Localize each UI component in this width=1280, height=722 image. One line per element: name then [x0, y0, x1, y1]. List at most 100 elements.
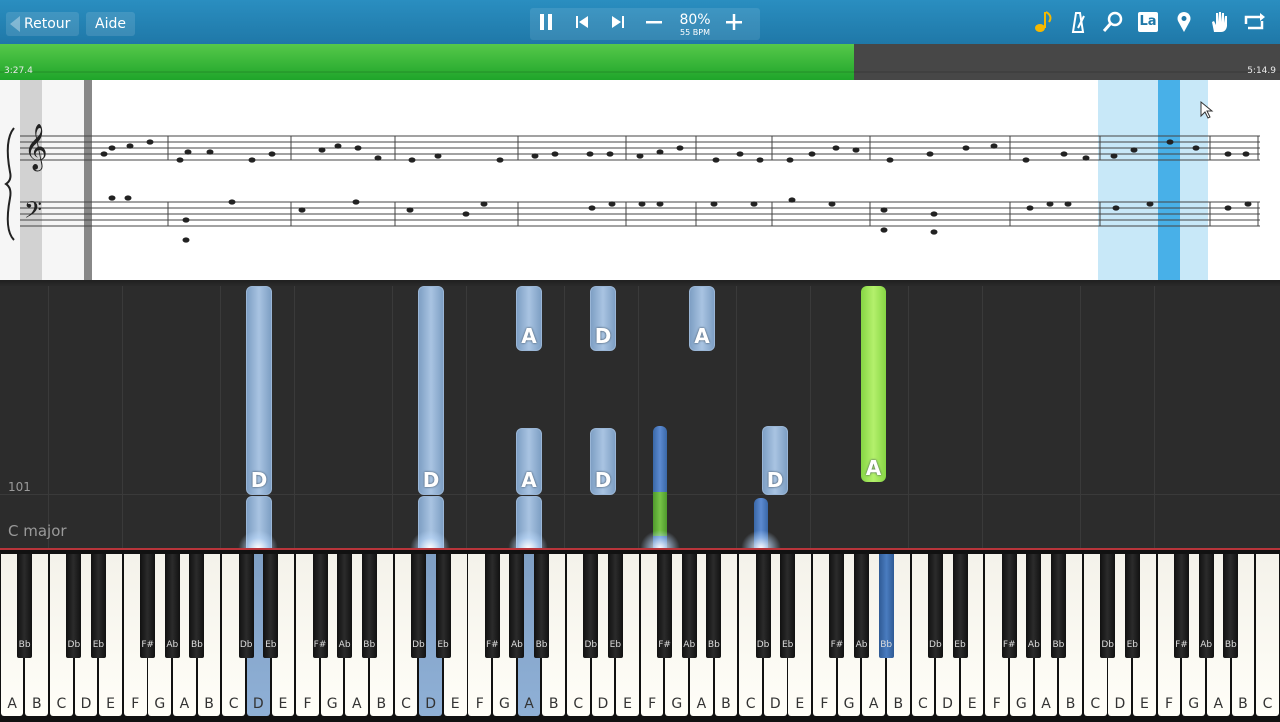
key-label: Ab [338, 640, 351, 650]
note-label: A [521, 468, 537, 492]
key-label: Db [412, 640, 425, 650]
black-key[interactable]: Eb [952, 554, 968, 658]
pause-icon[interactable] [532, 8, 560, 36]
measure-highlight [1098, 80, 1208, 280]
black-key[interactable]: Eb [263, 554, 279, 658]
music-note-icon[interactable] [1029, 8, 1057, 36]
note-label: D [422, 468, 440, 492]
black-key[interactable]: Bb [534, 554, 550, 658]
note-label: D [594, 324, 612, 348]
white-key[interactable]: C [1256, 554, 1279, 716]
key-label: F [820, 696, 829, 712]
key-label: E [795, 696, 805, 712]
playback-cursor [1158, 80, 1180, 280]
key-glow [238, 530, 278, 548]
black-key[interactable]: F# [484, 554, 500, 658]
key-label: Bb [18, 640, 31, 650]
key-label: A [1213, 696, 1224, 712]
location-pin-icon[interactable] [1170, 8, 1198, 36]
toolbar: Retour Aide 80% 55 BPM La [0, 0, 1280, 45]
key-label: C [918, 696, 928, 712]
key-label: D [942, 696, 953, 712]
note-label: A [694, 324, 710, 348]
key-label: G [1015, 696, 1027, 712]
black-key[interactable]: Db [755, 554, 771, 658]
back-button[interactable]: Retour [6, 12, 80, 36]
key-signature: C major [8, 522, 67, 540]
key-label: D [1114, 696, 1126, 712]
black-key[interactable]: Bb [1223, 554, 1239, 658]
key-label: A [351, 696, 362, 712]
slower-icon[interactable] [640, 8, 668, 36]
piano-keyboard[interactable]: ABCDEFGABCDEFGABCDEFGABCDEFGABCDEFGABCDE… [0, 548, 1280, 722]
black-key[interactable]: Db [1100, 554, 1116, 658]
help-button[interactable]: Aide [86, 12, 135, 36]
metronome-icon[interactable] [1064, 8, 1092, 36]
black-key[interactable]: Bb [17, 554, 33, 658]
key-label: Ab [683, 640, 696, 650]
black-key[interactable]: Db [410, 554, 426, 658]
black-key[interactable]: Bb [189, 554, 205, 658]
black-key[interactable]: Eb [435, 554, 451, 658]
black-key[interactable]: Eb [90, 554, 106, 658]
black-key[interactable]: Ab [681, 554, 697, 658]
key-label: F# [485, 640, 499, 650]
black-key[interactable]: Ab [854, 554, 870, 658]
black-key[interactable]: Eb [780, 554, 796, 658]
key-label: C [56, 696, 67, 712]
key-label: D [769, 696, 781, 712]
black-key[interactable]: Ab [337, 554, 353, 658]
score-svg: 𝄞 𝄢 [0, 80, 1260, 280]
black-key[interactable]: F# [657, 554, 673, 658]
key-label: F# [141, 640, 155, 650]
score-notes [100, 139, 1252, 243]
bar-lines [167, 136, 1259, 226]
key-label: B [1065, 696, 1076, 712]
black-key[interactable]: Bb [1050, 554, 1066, 658]
key-label: D [425, 696, 436, 712]
black-key[interactable]: Eb [607, 554, 623, 658]
key-label: C [573, 696, 584, 712]
previous-icon[interactable] [568, 8, 596, 36]
key-label: Eb [265, 640, 277, 650]
language-label: La [1139, 14, 1157, 29]
key-label: F# [313, 640, 327, 650]
progress-bar[interactable]: 3:27.4 5:14.9 [0, 44, 1280, 80]
black-key[interactable]: Ab [1198, 554, 1214, 658]
key-glow [410, 530, 450, 548]
falling-note: A [689, 286, 715, 351]
zoom-icon[interactable] [1099, 8, 1127, 36]
black-key[interactable]: Db [927, 554, 943, 658]
falling-note: A [516, 286, 542, 351]
sheet-music[interactable]: 𝄞 𝄢 [0, 80, 1280, 280]
key-label: C [1262, 696, 1273, 712]
key-label: A [524, 696, 534, 712]
loop-icon[interactable] [1240, 8, 1268, 36]
black-key[interactable]: F# [1174, 554, 1190, 658]
black-key[interactable]: F# [1001, 554, 1017, 658]
black-key[interactable]: Bb [361, 554, 377, 658]
black-key[interactable]: F# [829, 554, 845, 658]
hand-icon[interactable] [1205, 8, 1233, 36]
black-key[interactable]: Eb [1124, 554, 1140, 658]
black-key[interactable]: Ab [1026, 554, 1042, 658]
key-label: Bb [880, 640, 893, 650]
key-label: B [31, 696, 42, 712]
key-label: A [696, 696, 707, 712]
black-key[interactable]: Db [238, 554, 254, 658]
faster-icon[interactable] [720, 8, 748, 36]
black-key[interactable]: Db [66, 554, 82, 658]
black-key[interactable]: Db [583, 554, 599, 658]
key-label: D [597, 696, 609, 712]
black-key[interactable]: F# [312, 554, 328, 658]
black-key[interactable]: Bb [706, 554, 722, 658]
black-key[interactable]: Bb [878, 554, 894, 658]
black-key[interactable]: Ab [509, 554, 525, 658]
language-button[interactable]: La [1134, 8, 1162, 36]
black-key[interactable]: F# [140, 554, 156, 658]
next-icon[interactable] [604, 8, 632, 36]
key-glow [508, 530, 548, 548]
key-label: A [7, 696, 17, 712]
black-key[interactable]: Ab [164, 554, 180, 658]
key-label: G [671, 696, 683, 712]
